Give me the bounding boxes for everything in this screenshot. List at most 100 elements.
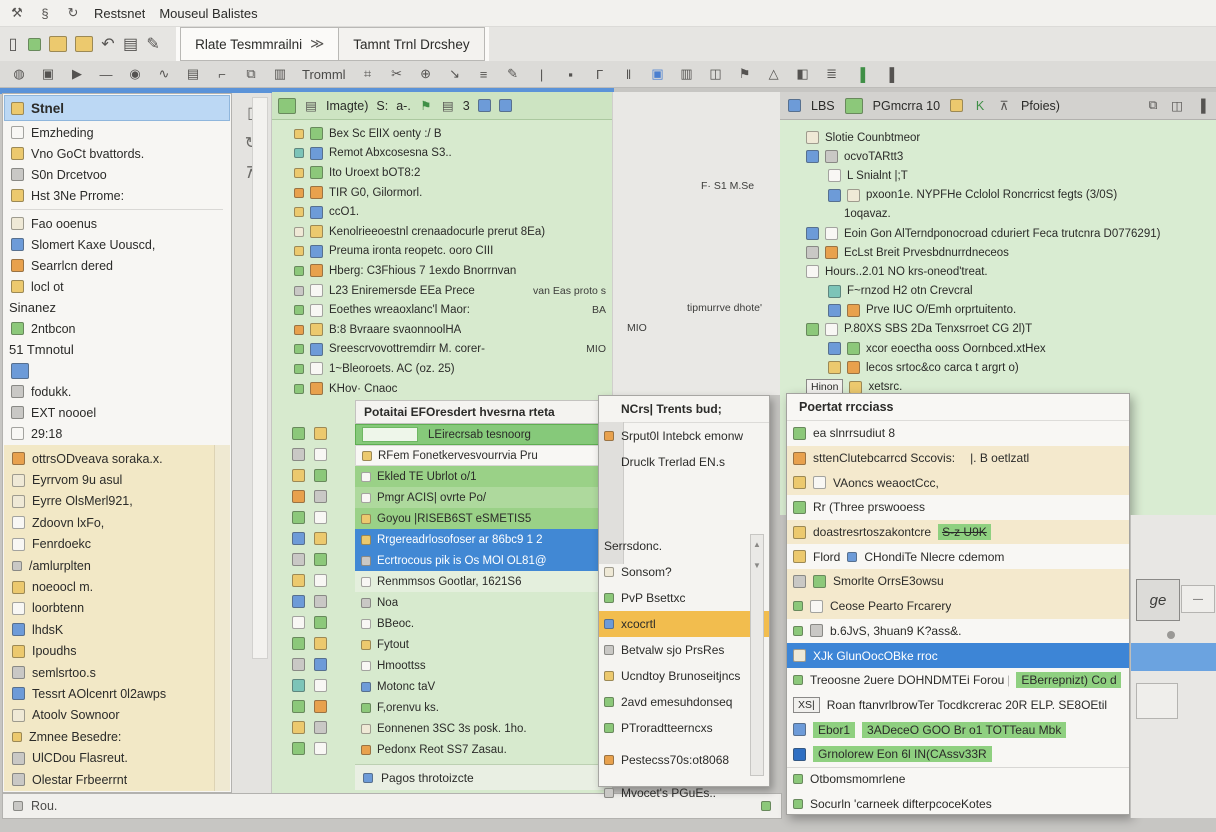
sidebar-item[interactable]: Hst 3Ne Prrome: <box>3 185 231 206</box>
tree-item[interactable]: Hours..2.01 NO krs-oneod'treat. <box>780 262 1216 281</box>
save-icon[interactable]: ▣ <box>41 66 55 82</box>
list-item[interactable]: RFem Fonetkervesvourrvia Pru <box>355 445 612 466</box>
menu-item[interactable]: Ebor13ADeceO GOO Br o1 TOTTeau Mbk <box>787 717 1129 742</box>
list-item[interactable]: Eonnenen 3SC 3s posk. 1ho. <box>355 718 612 739</box>
gutter-icon[interactable] <box>314 616 327 629</box>
sidebar-header[interactable]: Stnel <box>4 95 230 121</box>
tree-item[interactable]: Eoin Gon AlTerndponocroad cduriert Feca … <box>780 224 1216 243</box>
trash-icon[interactable] <box>28 38 41 51</box>
menu-item[interactable]: Betvalw sjo PrsRes <box>599 637 769 663</box>
note-icon[interactable] <box>950 99 963 112</box>
menu-item[interactable]: Srput0l Intebck emonw <box>599 423 769 449</box>
tree-item[interactable]: Prve IUC O/Emh orprtuitento. <box>780 301 1216 320</box>
sidebar-item[interactable]: Eyrre OlsMerl921, <box>4 491 216 512</box>
menu-item[interactable]: Ceose Pearto Frcarery <box>787 594 1129 619</box>
menu-item[interactable]: Socurln 'carneek difterpcoceKotes <box>787 791 1129 816</box>
gutter-icon[interactable] <box>314 700 327 713</box>
tree-item[interactable]: xcor eoectha ooss Oornbced.xtHex <box>780 339 1216 358</box>
hammer-icon[interactable]: ⚒ <box>10 5 24 21</box>
k-icon[interactable]: K <box>973 99 987 113</box>
menu-item[interactable]: VAoncs weaoctCcc, <box>787 470 1129 495</box>
percent-button[interactable]: ge <box>1136 579 1180 621</box>
list-item[interactable]: Pedonx Reot SS7 Zasau. <box>355 739 612 760</box>
sidebar-item[interactable]: Fenrdoekc <box>4 534 216 555</box>
tree-item[interactable]: Hberg: C3Fhious 7 1exdo Bnorrnvan <box>272 261 612 281</box>
gutter-icon[interactable] <box>292 658 305 671</box>
tree-item[interactable]: Slotie Counbtmeor <box>780 128 1216 147</box>
app-icon[interactable]: ◍ <box>12 66 26 82</box>
menu-item[interactable]: Rr (Three prswooess <box>787 495 1129 520</box>
tree-item[interactable]: Bex Sc ElIX oenty :/ B <box>272 124 612 144</box>
gutter-icon[interactable] <box>314 658 327 671</box>
cut-icon[interactable]: ✂ <box>390 66 404 82</box>
gutter-icon[interactable] <box>314 427 327 440</box>
sidebar-item[interactable]: 29:18 <box>3 423 231 444</box>
tree-item[interactable]: 1oqavaz. <box>780 205 1216 224</box>
gutter-icon[interactable] <box>292 679 305 692</box>
tree-item[interactable]: Ito Uroext bOT8:2 <box>272 163 612 183</box>
doc-icon[interactable] <box>788 99 801 112</box>
sidebar-item[interactable]: Tessrt AOlcenrt 0l2awps <box>4 683 216 704</box>
flat-button[interactable] <box>1136 683 1178 719</box>
flag-icon[interactable]: ⚑ <box>419 98 433 113</box>
record-icon[interactable]: ◉ <box>128 66 142 82</box>
flag-icon[interactable]: ⚑ <box>738 66 752 82</box>
gutter-icon[interactable] <box>314 490 327 503</box>
bookmark-icon[interactable]: ▐ <box>854 67 868 82</box>
tree-item[interactable]: Preuma ironta reopetc. ooro CIII <box>272 242 612 262</box>
menu-item[interactable]: Sonsom? <box>599 559 769 585</box>
section-icon[interactable]: § <box>38 6 52 21</box>
edit-icon[interactable]: ✎ <box>506 66 520 82</box>
sidebar-item[interactable]: Vno GoCt bvattords. <box>3 143 231 164</box>
gutter-icon[interactable] <box>292 427 305 440</box>
menu-item[interactable]: 2avd emesuhdonseq <box>599 689 769 715</box>
flat-button[interactable]: — <box>1181 585 1215 613</box>
menu-item[interactable]: FlordCHondiTe Nlecre cdemom <box>787 544 1129 569</box>
menu-item[interactable]: XS|Roan ftanvrlbrowTer Tocdkcrerac 20R E… <box>787 693 1129 718</box>
sidebar-item[interactable]: Emzheding <box>3 122 231 143</box>
gutter-icon[interactable] <box>292 700 305 713</box>
menu-item[interactable]: Serrsdonc. <box>599 533 769 559</box>
menu-item-selected[interactable]: XJk GlunOocOBke rroc <box>787 643 1129 668</box>
list-item[interactable]: Ekled TE Ubrlot o/1 <box>355 466 612 487</box>
gamma-icon[interactable]: Γ <box>593 67 607 82</box>
menu-item[interactable]: Otbomsmomrlene <box>787 767 1129 792</box>
bars-icon[interactable]: ‖ <box>622 67 636 82</box>
menu-item[interactable]: b.6JvS, 3huan9 K?ass&. <box>787 619 1129 644</box>
sidebar-item[interactable]: Eyrrvom 9u asul <box>4 469 216 490</box>
sidebar-item[interactable]: ottrsODveava soraka.x. <box>4 448 216 469</box>
tree-item[interactable]: B:8 Bvraare svaonnoolHA <box>272 320 612 340</box>
arrow-icon[interactable]: ↘ <box>448 66 462 82</box>
sidebar-item[interactable]: Zdoovn lxFo, <box>4 512 216 533</box>
add-icon[interactable]: ⊕ <box>419 66 433 82</box>
sidebar-item[interactable]: Zmnee Besedre: <box>4 726 216 747</box>
menu-item[interactable]: Treoosne 2uere DOHNDMTEi Forou |EBerrepn… <box>787 668 1129 693</box>
menu-item-balistes[interactable]: Mouseul Balistes <box>159 6 257 21</box>
rows-icon[interactable]: ▤ <box>186 66 200 82</box>
list-item-selected[interactable]: Ecrtrocous pik is Os MOl OL81@ <box>355 550 612 571</box>
undo-icon[interactable]: ↶ <box>101 34 115 54</box>
gutter-icon[interactable] <box>314 448 327 461</box>
menu-item[interactable]: Pestecss70s:ot8068 <box>599 747 769 773</box>
gutter-icon[interactable] <box>314 679 327 692</box>
menu-item[interactable]: Druclk Trerlad EN.s <box>599 449 769 475</box>
tree-item[interactable]: Kenolrieeoestnl crenaadocurle prerut 8Ea… <box>272 222 612 242</box>
sidebar-item[interactable]: lhdsK <box>4 619 216 640</box>
tree-item[interactable]: ccO1. <box>272 202 612 222</box>
tree-item[interactable]: pxoon1e. NYPFHe Cclolol Roncrricst fegts… <box>780 186 1216 205</box>
gutter-icon[interactable] <box>314 532 327 545</box>
list-item[interactable]: Hmoottss <box>355 655 612 676</box>
angle-icon[interactable]: ⌐ <box>215 67 229 82</box>
list-item[interactable]: F,orenvu ks. <box>355 697 612 718</box>
grid2-icon[interactable]: ▥ <box>680 66 694 82</box>
list-item-selected[interactable]: Rrgereadrlosofoser ar 86bc9 1 2 <box>355 529 612 550</box>
list-item[interactable]: Renmmsos Gootlar, 1621S6 <box>355 571 612 592</box>
new-page-icon[interactable]: ▯ <box>6 34 20 54</box>
gutter-icon[interactable] <box>292 616 305 629</box>
menu-scrollbar[interactable]: ▲▼ <box>750 534 764 776</box>
restore-icon[interactable]: ⧉ <box>1146 98 1160 113</box>
sidebar-item[interactable]: Ipoudhs <box>4 641 216 662</box>
window-icon[interactable] <box>499 99 512 112</box>
sidebar-item[interactable]: 51 Tmnotul <box>3 339 231 360</box>
menu-item[interactable]: Smorlte OrrsE3owsu <box>787 569 1129 594</box>
